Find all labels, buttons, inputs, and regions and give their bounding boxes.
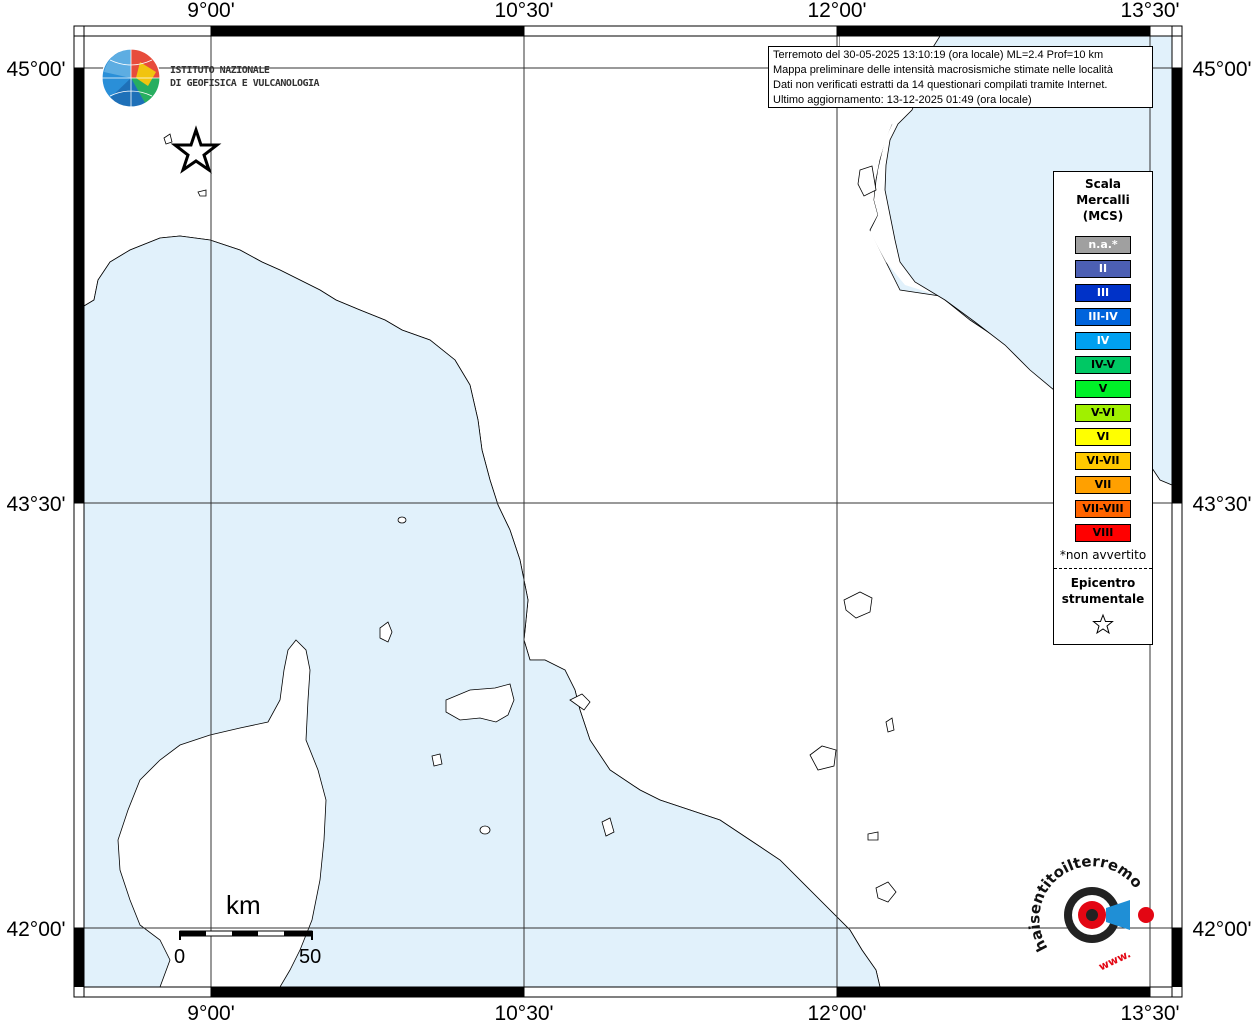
legend-item: VII bbox=[1075, 476, 1131, 494]
legend-epicenter-label: Epicentro strumentale bbox=[1054, 575, 1152, 607]
land-montecristo bbox=[479, 825, 491, 835]
lon-label: 10°30' bbox=[494, 0, 553, 22]
mcs-legend: Scala Mercalli (MCS) n.a.* II III III-IV IV I… bbox=[1053, 171, 1153, 645]
legend-item: VII-VIII bbox=[1075, 500, 1131, 518]
ingv-globe-icon bbox=[101, 48, 161, 108]
event-info-box: Terremoto del 30-05-2025 13:10:19 (ora l… bbox=[768, 46, 1153, 108]
event-info-line: Mappa preliminare delle intensità macros… bbox=[773, 64, 1113, 76]
lon-label: 9°00' bbox=[187, 0, 234, 22]
legend-item: V bbox=[1075, 380, 1131, 398]
latitude-labels-left: 45°00' 43°30' 42°00' bbox=[6, 58, 65, 941]
event-info-line: Terremoto del 30-05-2025 13:10:19 (ora l… bbox=[773, 49, 1104, 61]
event-info-line: Ultimo aggiornamento: 13-12-2025 01:49 (… bbox=[773, 94, 1032, 106]
legend-epicenter-line: strumentale bbox=[1061, 592, 1145, 606]
legend-item: II bbox=[1075, 260, 1131, 278]
legend-title-line: Scala bbox=[1084, 177, 1122, 191]
legend-epicenter-line: Epicentro bbox=[1070, 576, 1136, 590]
lon-label: 9°00' bbox=[187, 1002, 234, 1024]
legend-title: Scala Mercalli (MCS) bbox=[1054, 176, 1152, 224]
legend-star-icon bbox=[1054, 613, 1152, 639]
lon-label: 13°30' bbox=[1120, 0, 1179, 22]
ingv-line: DI GEOFISICA E VULCANOLOGIA bbox=[170, 78, 320, 89]
lon-label: 12°00' bbox=[807, 1002, 866, 1024]
legend-item: V-VI bbox=[1075, 404, 1131, 422]
latitude-labels-right: 45°00' 43°30' 42°00' bbox=[1192, 58, 1251, 941]
legend-item: VI bbox=[1075, 428, 1131, 446]
scale-end-label: 50 bbox=[299, 946, 322, 968]
legend-item: n.a.* bbox=[1075, 236, 1131, 254]
longitude-labels-top: 9°00' 10°30' 12°00' 13°30' bbox=[187, 0, 1179, 22]
longitude-labels-bottom: 9°00' 10°30' 12°00' 13°30' bbox=[187, 1002, 1179, 1024]
lon-label: 12°00' bbox=[807, 0, 866, 22]
legend-note: *non avvertito bbox=[1059, 548, 1147, 562]
legend-item: III-IV bbox=[1075, 308, 1131, 326]
lat-label: 45°00' bbox=[1192, 58, 1251, 81]
legend-title-line: (MCS) bbox=[1082, 209, 1124, 223]
lon-label: 13°30' bbox=[1120, 1002, 1179, 1024]
scale-start-label: 0 bbox=[174, 946, 186, 968]
land-gorgona bbox=[397, 516, 407, 524]
lat-label: 45°00' bbox=[6, 58, 65, 81]
ingv-logo-text: ISTITUTO NAZIONALE DI GEOFISICA E VULCAN… bbox=[170, 64, 320, 90]
scale-unit-label: km bbox=[226, 890, 261, 920]
legend-item: VIII bbox=[1075, 524, 1131, 542]
legend-divider bbox=[1054, 568, 1152, 569]
land-pianosa bbox=[431, 753, 443, 767]
lat-label: 42°00' bbox=[6, 918, 65, 941]
lat-label: 43°30' bbox=[6, 493, 65, 516]
lat-label: 42°00' bbox=[1192, 918, 1251, 941]
legend-item: IV bbox=[1075, 332, 1131, 350]
lat-label: 43°30' bbox=[1192, 493, 1251, 516]
legend-items: n.a.* II III III-IV IV IV-V V V-VI VI VI-VII VII VI… bbox=[1054, 236, 1152, 542]
legend-item: IV-V bbox=[1075, 356, 1131, 374]
ingv-line: ISTITUTO NAZIONALE bbox=[170, 65, 270, 76]
lon-label: 10°30' bbox=[494, 1002, 553, 1024]
legend-item: III bbox=[1075, 284, 1131, 302]
legend-title-line: Mercalli bbox=[1076, 193, 1130, 207]
event-info-line: Dati non verificati estratti da 14 quest… bbox=[773, 79, 1108, 91]
legend-item: VI-VII bbox=[1075, 452, 1131, 470]
